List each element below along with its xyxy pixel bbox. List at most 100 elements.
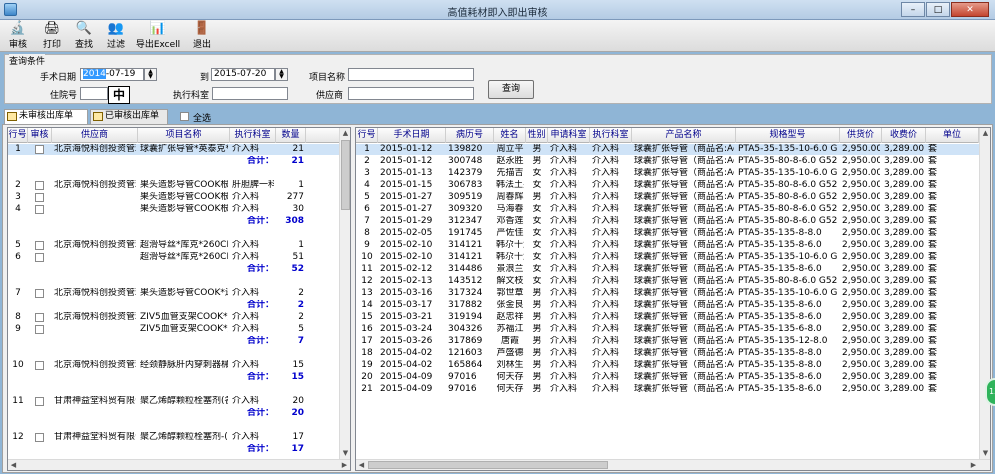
column-header[interactable]: 手术日期 xyxy=(378,128,446,143)
column-header[interactable]: 姓名 xyxy=(494,128,526,143)
pending-list-grid[interactable]: 行号审核供应商项目名称执行科室数量 1北京海悦科创投资管理球囊扩张导管*英泰克*… xyxy=(7,127,351,471)
scroll-right-icon[interactable]: ▶ xyxy=(339,460,350,470)
audit-checkbox[interactable] xyxy=(35,253,44,262)
table-row[interactable]: 11 甘肃神益堂科贸有限公司聚乙烯醇颗粒栓塞剂(各规格) 介入科 20 xyxy=(8,396,339,407)
column-header[interactable]: 行号 xyxy=(8,128,28,143)
detail-grid-vscroll[interactable]: ▲ ▼ xyxy=(979,128,990,459)
table-row[interactable]: 4 果头造影导管COOK根 介入科 30 xyxy=(8,204,339,215)
toolbar-button-excel[interactable]: 📊 导出Excell xyxy=(132,21,184,50)
table-row[interactable]: 18 2015-04-02 121603 芦盛德男介入科 介入科 球囊扩张导管（商品名:A… xyxy=(356,348,979,359)
table-row[interactable]: 15 2015-03-21 319194 赵忠祥男介入科 介入科 球囊扩张导管（商品名:A… xyxy=(356,312,979,323)
audit-checkbox[interactable] xyxy=(35,241,44,250)
column-header[interactable]: 数量 xyxy=(276,128,306,143)
column-header[interactable]: 执行科室 xyxy=(590,128,632,143)
inpatient-no-input[interactable] xyxy=(80,87,108,100)
detail-grid[interactable]: 行号 手术日期 病历号 姓名 性别 申请科室 执行科室 产品名称 规格型号 供货价 收费价 单位 12… xyxy=(355,127,991,471)
detail-grid-hscroll[interactable]: ◀ ▶ xyxy=(356,459,990,470)
table-row[interactable]: 8 北京海悦科创投资管理 ZIV5血管支架COOK*进口*套介入科 2 xyxy=(8,312,339,323)
table-row[interactable]: 2 北京海悦科创投资管理 果头造影导管COOK根 肝胆脾一科 1 xyxy=(8,180,339,191)
table-row[interactable]: 5 2015-01-27 309519 周春辉男介入科 介入科 球囊扩张导管（商品名:Ad… xyxy=(356,192,979,203)
column-header[interactable]: 单位 xyxy=(926,128,979,143)
table-row[interactable]: 6 2015-01-27 309320 马海春女介入科 介入科 球囊扩张导管（商品名:Ad… xyxy=(356,204,979,215)
scroll-thumb[interactable] xyxy=(341,140,350,210)
audit-checkbox[interactable] xyxy=(35,397,44,406)
select-all-checkbox[interactable] xyxy=(180,112,189,121)
column-header[interactable]: 产品名称 xyxy=(632,128,736,143)
table-row[interactable]: 9 ZIV5血管支架COOK*进口*套介入科 5 xyxy=(8,324,339,335)
date-to-input[interactable]: 2015-07-20 xyxy=(211,68,275,81)
maximize-button[interactable]: □ xyxy=(926,2,950,17)
dept-input[interactable] xyxy=(212,87,288,100)
query-button[interactable]: 查询 xyxy=(488,80,534,99)
date-from-input[interactable]: 2014-07-19 xyxy=(80,68,144,81)
scroll-down-icon[interactable]: ▼ xyxy=(980,448,990,458)
column-header[interactable]: 行号 xyxy=(356,128,378,143)
table-row[interactable]: 10 北京海悦科创投资管理经颈静脉肝内穿刺器械RUPS 介入科 15 xyxy=(8,360,339,371)
table-row[interactable]: 1 2015-01-12 139820 周立平男介入科 介入科 球囊扩张导管（商品名:Ad… xyxy=(356,144,979,155)
table-row[interactable]: 6 超滑导丝*库克*260CM根介入科 51 xyxy=(8,252,339,263)
audit-checkbox[interactable] xyxy=(35,313,44,322)
table-row[interactable]: 102015-02-10314121韩尕十六女介入科介入科球囊扩张导管（商品名:… xyxy=(356,252,979,263)
toolbar-button-exit[interactable]: 🚪 退出 xyxy=(188,21,216,50)
table-row[interactable]: 14 2015-03-17 317882 张金良男介入科 介入科 球囊扩张导管（商品名:A… xyxy=(356,300,979,311)
pending-grid-vscroll[interactable]: ▲ ▼ xyxy=(339,128,350,459)
column-header[interactable]: 审核 xyxy=(28,128,52,143)
table-row[interactable]: 20 2015-04-09 97016 何天存男介入科 介入科 球囊扩张导管（商品名:Ad… xyxy=(356,372,979,383)
column-header[interactable]: 规格型号 xyxy=(736,128,840,143)
table-row[interactable]: 92015-02-10314121韩尕十六女介入科介入科球囊扩张导管（商品名:A… xyxy=(356,240,979,251)
scroll-up-icon[interactable]: ▲ xyxy=(980,128,990,138)
toolbar-button-filter[interactable]: 👥 过滤 xyxy=(102,21,130,50)
column-header[interactable]: 收费价 xyxy=(882,128,926,143)
hscroll-thumb[interactable] xyxy=(368,461,608,469)
date-from-spinner[interactable]: ▲ ▼ xyxy=(144,68,157,81)
table-row[interactable]: 1 北京海悦科创投资管理球囊扩张导管*英泰克*根介入科 21 xyxy=(8,144,339,155)
column-header[interactable]: 执行科室 xyxy=(230,128,276,143)
date-to-spinner[interactable]: ▲ ▼ xyxy=(275,68,288,81)
column-header[interactable]: 申请科室 xyxy=(548,128,590,143)
column-header[interactable]: 供应商 xyxy=(52,128,138,143)
toolbar-button-audit[interactable]: 🔬 审核 xyxy=(4,21,32,50)
table-row[interactable]: 42015-01-15306783韩法土买女介入科介入科球囊扩张导管（商品名:A… xyxy=(356,180,979,191)
audit-checkbox[interactable] xyxy=(35,193,44,202)
column-header[interactable]: 项目名称 xyxy=(138,128,230,143)
column-header[interactable]: 病历号 xyxy=(446,128,494,143)
minimize-button[interactable]: – xyxy=(901,2,925,17)
scroll-down-icon[interactable]: ▼ xyxy=(340,448,350,458)
column-header[interactable]: 供货价 xyxy=(840,128,882,143)
table-row[interactable]: 19 2015-04-02 165864 刘林生男介入科 介入科 球囊扩张导管（商品名:A… xyxy=(356,360,979,371)
audit-checkbox[interactable] xyxy=(35,289,44,298)
table-row[interactable]: 2 2015-01-12 300748 赵永胜男介入科 介入科 球囊扩张导管（商品名:Ad… xyxy=(356,156,979,167)
table-row[interactable]: 3 2015-01-13 142379 先描吉女介入科 介入科 球囊扩张导管（商品名:Ad… xyxy=(356,168,979,179)
table-row[interactable]: 17 2015-03-26 317869 唐霞男介入科 介入科 球囊扩张导管（商品名:Ad… xyxy=(356,336,979,347)
table-row[interactable]: 5 北京海悦科创投资管理超滑导丝*库克*260CM根介入科 1 xyxy=(8,240,339,251)
table-row[interactable]: 7 2015-01-29 312347 邓香莲女介入科 介入科 球囊扩张导管（商品名:Ad… xyxy=(356,216,979,227)
toolbar-button-print[interactable]: 🖨 打印 xyxy=(38,21,66,50)
floating-badge-button[interactable]: 13 xyxy=(985,378,995,406)
audit-checkbox[interactable] xyxy=(35,325,44,334)
pending-grid-hscroll[interactable]: ◀ ▶ xyxy=(8,459,350,470)
close-button[interactable]: ✕ xyxy=(951,2,989,17)
table-row[interactable]: 11 2015-02-12 314486 景浪兰女介入科 介入科 球囊扩张导管（商品名:A… xyxy=(356,264,979,275)
scroll-up-icon[interactable]: ▲ xyxy=(340,128,350,138)
table-row[interactable]: 12 2015-02-13 143512 解文枝女介入科 介入科 球囊扩张导管（商品名:A… xyxy=(356,276,979,287)
scroll-left-icon[interactable]: ◀ xyxy=(356,460,367,470)
table-row[interactable]: 21 2015-04-09 97016 何天存男介入科 介入科 球囊扩张导管（商品名:Ad… xyxy=(356,384,979,395)
audit-checkbox[interactable] xyxy=(35,145,44,154)
table-row[interactable]: 13 2015-03-16 317324 郭世章男介入科 介入科 球囊扩张导管（商品名:A… xyxy=(356,288,979,299)
table-row[interactable]: 3 果头造影导管COOK根 介入科 277 xyxy=(8,192,339,203)
product-name-input[interactable] xyxy=(348,68,474,81)
tab-audited[interactable]: 已审核出库单 xyxy=(90,109,168,124)
table-row[interactable]: 7 北京海悦科创投资管理果头造影导管COOK*进口*根介入科 2 xyxy=(8,288,339,299)
scroll-left-icon[interactable]: ◀ xyxy=(8,460,19,470)
scroll-right-icon[interactable]: ▶ xyxy=(968,460,979,470)
toolbar-button-search[interactable]: 🔍 查找 xyxy=(70,21,98,50)
table-row[interactable]: 12 甘肃神益堂科贸有限公司聚乙烯醇颗粒栓塞剂-(各规格) 介入科 17 xyxy=(8,432,339,443)
tab-pending[interactable]: 未审核出库单 xyxy=(4,109,88,124)
supplier-input[interactable] xyxy=(348,87,474,100)
table-row[interactable]: 16 2015-03-24 304326 苏福江男介入科 介入科 球囊扩张导管（商品名:A… xyxy=(356,324,979,335)
audit-checkbox[interactable] xyxy=(35,361,44,370)
audit-checkbox[interactable] xyxy=(35,433,44,442)
column-header[interactable]: 性别 xyxy=(526,128,548,143)
table-row[interactable]: 8 2015-02-05 191745 严佐佳女介入科 介入科 球囊扩张导管（商品名:Ad… xyxy=(356,228,979,239)
audit-checkbox[interactable] xyxy=(35,181,44,190)
